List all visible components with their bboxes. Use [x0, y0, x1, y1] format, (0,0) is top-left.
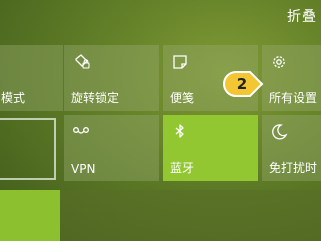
action-center-header: 折叠	[0, 0, 321, 40]
tile-all-settings-label: 所有设置	[269, 91, 318, 105]
tile-vpn-label: VPN	[71, 162, 96, 176]
tile-bluetooth[interactable]: 蓝牙	[163, 115, 258, 181]
tile-notes-label: 便笺	[170, 91, 195, 105]
bluetooth-icon	[175, 124, 184, 138]
bottom-panel	[60, 190, 321, 241]
tile-all-settings[interactable]: 所有设置	[262, 45, 321, 111]
rotation-lock-icon	[75, 54, 90, 69]
step-callout: 2	[220, 68, 264, 100]
tile-focus-outline[interactable]	[0, 118, 56, 180]
vpn-icon	[73, 127, 89, 134]
callout-number: 2	[236, 75, 248, 93]
tile-rotation-lock[interactable]: 旋转锁定	[64, 45, 159, 111]
collapse-link[interactable]: 折叠	[287, 6, 317, 26]
tile-mode[interactable]: 模式	[0, 45, 63, 111]
gear-icon	[273, 56, 285, 68]
tile-bottom-active[interactable]	[0, 190, 60, 241]
tile-do-not-disturb[interactable]: 免打扰时	[262, 115, 321, 181]
action-center: 折叠 模式 旋转锁定 便笺 所有设置 VPN 蓝牙 免打扰时 2	[0, 0, 321, 241]
moon-icon	[272, 124, 288, 140]
note-icon	[173, 55, 187, 69]
tile-rotation-lock-label: 旋转锁定	[71, 91, 120, 105]
tile-vpn[interactable]: VPN	[64, 115, 159, 181]
tile-bluetooth-label: 蓝牙	[170, 161, 195, 175]
tile-do-not-disturb-label: 免打扰时	[269, 161, 318, 175]
tile-mode-label: 模式	[1, 91, 26, 105]
